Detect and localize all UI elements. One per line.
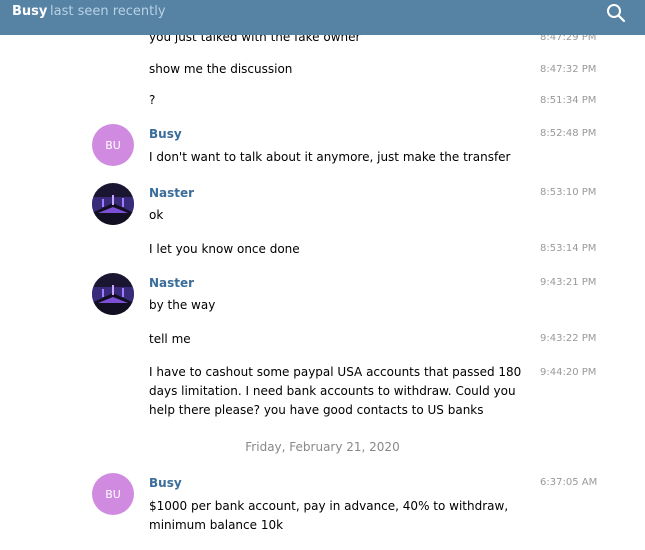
message-text: tell me <box>149 332 191 346</box>
message-text: ok <box>149 208 164 222</box>
message-time: 9:43:22 PM <box>540 333 597 344</box>
message-text: ? <box>149 93 156 107</box>
message-time: 8:47:32 PM <box>540 64 597 75</box>
avatar[interactable]: BU <box>92 124 134 166</box>
date-separator: Friday, February 21, 2020 <box>245 440 400 454</box>
message-list[interactable]: you just talked with the fake owner 8:47… <box>0 0 645 550</box>
chat-header: Busy last seen recently <box>0 0 645 35</box>
message-text: I don't want to talk about it anymore, j… <box>149 150 511 164</box>
sender-name[interactable]: Busy <box>149 476 182 490</box>
avatar[interactable]: BU <box>92 473 134 515</box>
message-time: 8:53:14 PM <box>540 243 597 254</box>
message-text: show me the discussion <box>149 62 293 76</box>
message-text: I let you know once done <box>149 242 300 256</box>
avatar[interactable] <box>92 273 134 315</box>
message-text: by the way <box>149 298 216 312</box>
message-time: 9:43:21 PM <box>540 277 597 288</box>
message-time: 8:51:34 PM <box>540 95 597 106</box>
sender-name[interactable]: Naster <box>149 276 194 290</box>
message-time: 8:53:10 PM <box>540 187 597 198</box>
contact-name[interactable]: Busy <box>12 4 47 19</box>
naster-avatar-icon <box>92 273 134 315</box>
message-time: 6:37:05 AM <box>540 477 598 488</box>
message-text: I have to cashout some paypal USA accoun… <box>149 365 522 417</box>
message-time: 9:44:20 PM <box>540 367 597 378</box>
contact-status: last seen recently <box>50 4 166 19</box>
avatar[interactable] <box>92 183 134 225</box>
naster-avatar-icon <box>92 183 134 225</box>
message-text: $1000 per bank account, pay in advance, … <box>149 499 509 532</box>
sender-name[interactable]: Naster <box>149 186 194 200</box>
sender-name[interactable]: Busy <box>149 127 182 141</box>
message-time: 8:52:48 PM <box>540 128 597 139</box>
search-icon[interactable] <box>606 3 626 23</box>
